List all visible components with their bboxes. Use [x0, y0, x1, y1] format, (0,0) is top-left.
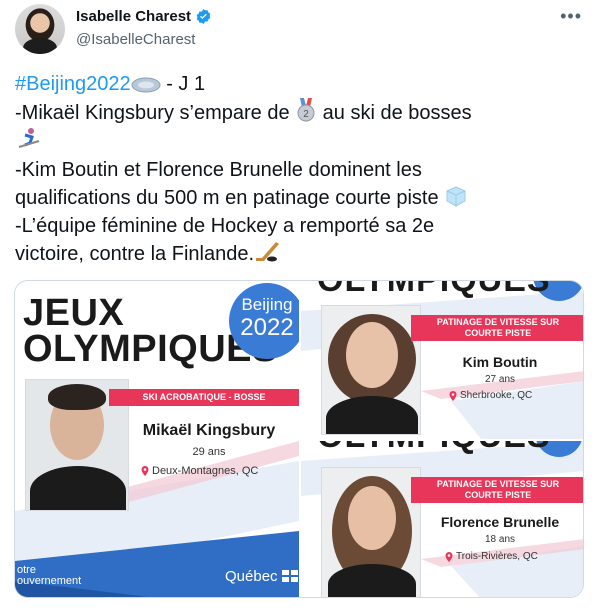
- line6-text: -L’équipe féminine de Hockey a remporté …: [15, 215, 435, 237]
- category-band: PATINAGE DE VITESSE SUR COURTE PISTE: [411, 477, 583, 503]
- games-title-cut: OLYMPIQUES: [317, 281, 551, 300]
- media-image-brunelle[interactable]: OLYMPIQUES PATINAGE DE VITESSE SUR COURT…: [301, 441, 583, 597]
- day-label: - J 1: [160, 73, 206, 95]
- tweet-line-2: -Mikaël Kingsbury s’empare de 2 au ski d…: [15, 98, 590, 127]
- hashtag-link[interactable]: #Beijing2022: [15, 73, 131, 95]
- quebec-logo: Québec: [225, 568, 298, 585]
- athlete-town: Sherbrooke, QC: [449, 390, 532, 401]
- athlete-town: Trois-Rivières, QC: [445, 551, 538, 562]
- athlete-age: 18 ans: [484, 534, 516, 545]
- line4-text: -Kim Boutin et Florence Brunelle dominen…: [15, 159, 422, 181]
- athlete-age: 27 ans: [484, 374, 516, 385]
- svg-text:2: 2: [303, 109, 309, 120]
- author-name-row[interactable]: Isabelle Charest: [76, 8, 212, 25]
- games-title-cut: OLYMPIQUES: [317, 441, 551, 456]
- athlete-town-label: Sherbrooke, QC: [460, 390, 533, 401]
- location-pin-icon: [141, 466, 149, 476]
- athlete-age: 29 ans: [192, 446, 226, 458]
- location-pin-icon: [445, 551, 453, 562]
- verified-badge-icon: [196, 9, 211, 24]
- tweet-text: #Beijing2022 - J 1 -Mikaël Kingsbury s’e…: [15, 70, 590, 268]
- athlete-town-label: Deux-Montagnes, QC: [152, 465, 259, 477]
- category-label-line2: COURTE PISTE: [464, 328, 532, 338]
- tweet-line-6: -L’équipe féminine de Hockey a remporté …: [15, 212, 590, 240]
- athlete-town-label: Trois-Rivières, QC: [456, 551, 538, 562]
- gov-logo-line2: ouvernement: [17, 575, 82, 587]
- athlete-name: Kim Boutin: [462, 354, 538, 370]
- category-label-line1: PATINAGE DE VITESSE SUR: [436, 317, 560, 327]
- athlete-photo: [321, 305, 421, 435]
- athlete-name: Florence Brunelle: [440, 514, 560, 530]
- athlete-town: Deux-Montagnes, QC: [141, 465, 258, 477]
- category-label-line1: PATINAGE DE VITESSE SUR: [436, 479, 560, 489]
- ice-rink-icon: [131, 77, 161, 93]
- beijing-badge-line1: Beijing: [241, 295, 293, 314]
- tweet: Isabelle Charest @IsabelleCharest ••• #B…: [0, 0, 600, 612]
- media-image-boutin[interactable]: OLYMPIQUES PATINAGE DE VITESSE SUR COURT…: [301, 281, 583, 439]
- fleur-de-lis-flag-icon: [281, 570, 298, 582]
- hockey-icon: [256, 242, 280, 262]
- media-image-kingsbury[interactable]: JEUX OLYMPIQUES Beijing 2022 SKI ACROBAT…: [15, 281, 299, 597]
- skier-icon: [18, 128, 40, 148]
- beijing-badge-line2: 2022: [240, 314, 294, 341]
- location-pin-icon: [449, 390, 457, 401]
- quebec-logo-text: Québec: [225, 568, 278, 585]
- line7-text: victoire, contre la Finlande.: [15, 243, 255, 265]
- category-label: SKI ACROBATIQUE - BOSSE: [142, 392, 266, 402]
- line2-text-b: au ski de bosses: [317, 102, 472, 124]
- author-display-name[interactable]: Isabelle Charest: [76, 8, 191, 25]
- athlete-photo: [321, 467, 421, 597]
- tweet-line-3: [15, 127, 590, 156]
- media-card[interactable]: JEUX OLYMPIQUES Beijing 2022 SKI ACROBAT…: [14, 280, 584, 598]
- tweet-line-5: qualifications du 500 m en patinage cour…: [15, 184, 590, 212]
- silver-medal-icon: 2: [297, 98, 315, 122]
- line2-text-a: -Mikaël Kingsbury s’empare de: [15, 102, 296, 124]
- author-avatar[interactable]: [15, 4, 65, 54]
- more-horizontal-icon[interactable]: •••: [560, 6, 582, 27]
- tweet-line-1: #Beijing2022 - J 1: [15, 70, 590, 98]
- ice-cube-icon: [446, 186, 466, 207]
- beijing-badge: Beijing 2022: [229, 283, 299, 359]
- line5-text: qualifications du 500 m en patinage cour…: [15, 187, 445, 209]
- category-band: PATINAGE DE VITESSE SUR COURTE PISTE: [411, 315, 583, 341]
- category-label-line2: COURTE PISTE: [464, 490, 532, 500]
- tweet-line-7: victoire, contre la Finlande.: [15, 240, 590, 268]
- category-band: SKI ACROBATIQUE - BOSSE: [109, 389, 299, 406]
- tweet-line-4: -Kim Boutin et Florence Brunelle dominen…: [15, 156, 590, 184]
- gov-logo: otre ouvernement: [17, 565, 81, 587]
- author-handle[interactable]: @IsabelleCharest: [76, 31, 195, 48]
- athlete-name: Mikaël Kingsbury: [142, 422, 276, 439]
